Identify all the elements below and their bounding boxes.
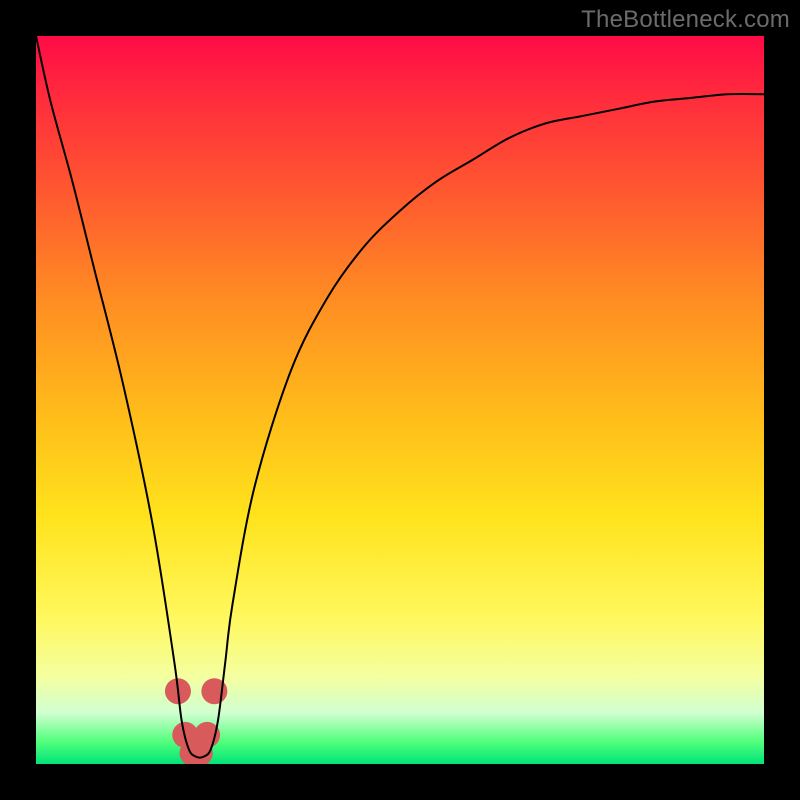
outer-frame: TheBottleneck.com: [0, 0, 800, 800]
plot-area: [36, 36, 764, 764]
curve-svg: [36, 36, 764, 764]
bottleneck-curve: [36, 36, 764, 758]
watermark-text: TheBottleneck.com: [581, 6, 790, 34]
